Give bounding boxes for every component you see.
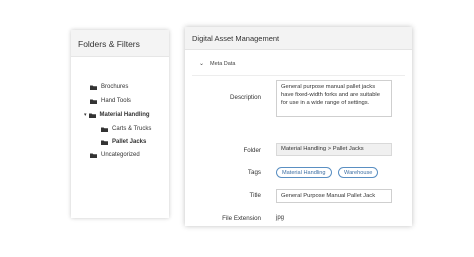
title-field[interactable]: General Purpose Manual Pallet Jack xyxy=(276,189,392,203)
section-divider xyxy=(192,75,405,76)
folder-icon xyxy=(90,99,97,104)
folder-item-uncategorized[interactable]: Uncategorized xyxy=(90,152,140,158)
caret-down-icon[interactable]: ▾ xyxy=(84,112,87,118)
folders-filters-panel: Folders & Filters Brochures Hand Tools ▾… xyxy=(71,30,169,218)
meta-data-toggle[interactable]: ⌄ Meta Data xyxy=(199,60,236,68)
folder-label: Material Handling xyxy=(99,112,150,118)
folder-item-hand-tools[interactable]: Hand Tools xyxy=(90,98,131,104)
folder-icon xyxy=(90,153,97,158)
dam-panel-title: Digital Asset Management xyxy=(185,27,412,50)
meta-data-section: ⌄ Meta Data Description General purpose … xyxy=(185,50,412,226)
folder-item-carts-trucks[interactable]: Carts & Trucks xyxy=(101,126,151,132)
file-extension-value: jpg xyxy=(276,215,285,221)
folder-item-pallet-jacks[interactable]: Pallet Jacks xyxy=(101,139,146,145)
tag-warehouse[interactable]: Warehouse xyxy=(338,167,379,178)
folder-icon xyxy=(90,85,97,90)
folder-label: Pallet Jacks xyxy=(112,139,147,145)
chevron-down-icon: ⌄ xyxy=(199,61,205,67)
description-field[interactable]: General purpose manual pallet jacks have… xyxy=(276,80,392,117)
tags-label: Tags xyxy=(247,169,261,176)
meta-data-label: Meta Data xyxy=(210,60,236,67)
digital-asset-management-panel: Digital Asset Management ⌄ Meta Data Des… xyxy=(185,27,412,226)
tag-material-handling[interactable]: Material Handling xyxy=(276,167,332,178)
folder-icon xyxy=(101,140,108,145)
folder-label: Uncategorized xyxy=(101,152,140,158)
folder-label: Brochures xyxy=(101,84,129,90)
folder-label: Carts & Trucks xyxy=(112,126,152,132)
folder-field: Material Handling > Pallet Jacks xyxy=(276,143,392,156)
folder-icon xyxy=(101,127,108,132)
folder-label: Folder xyxy=(243,147,261,154)
title-label: Title xyxy=(249,192,261,199)
folders-panel-title: Folders & Filters xyxy=(71,30,169,57)
folder-label: Hand Tools xyxy=(101,98,131,104)
file-extension-label: File Extension xyxy=(222,215,261,222)
folder-item-brochures[interactable]: Brochures xyxy=(90,84,128,90)
folder-item-material-handling[interactable]: ▾ Material Handling xyxy=(84,112,150,118)
folder-icon xyxy=(88,113,96,118)
description-label: Description xyxy=(230,94,261,101)
